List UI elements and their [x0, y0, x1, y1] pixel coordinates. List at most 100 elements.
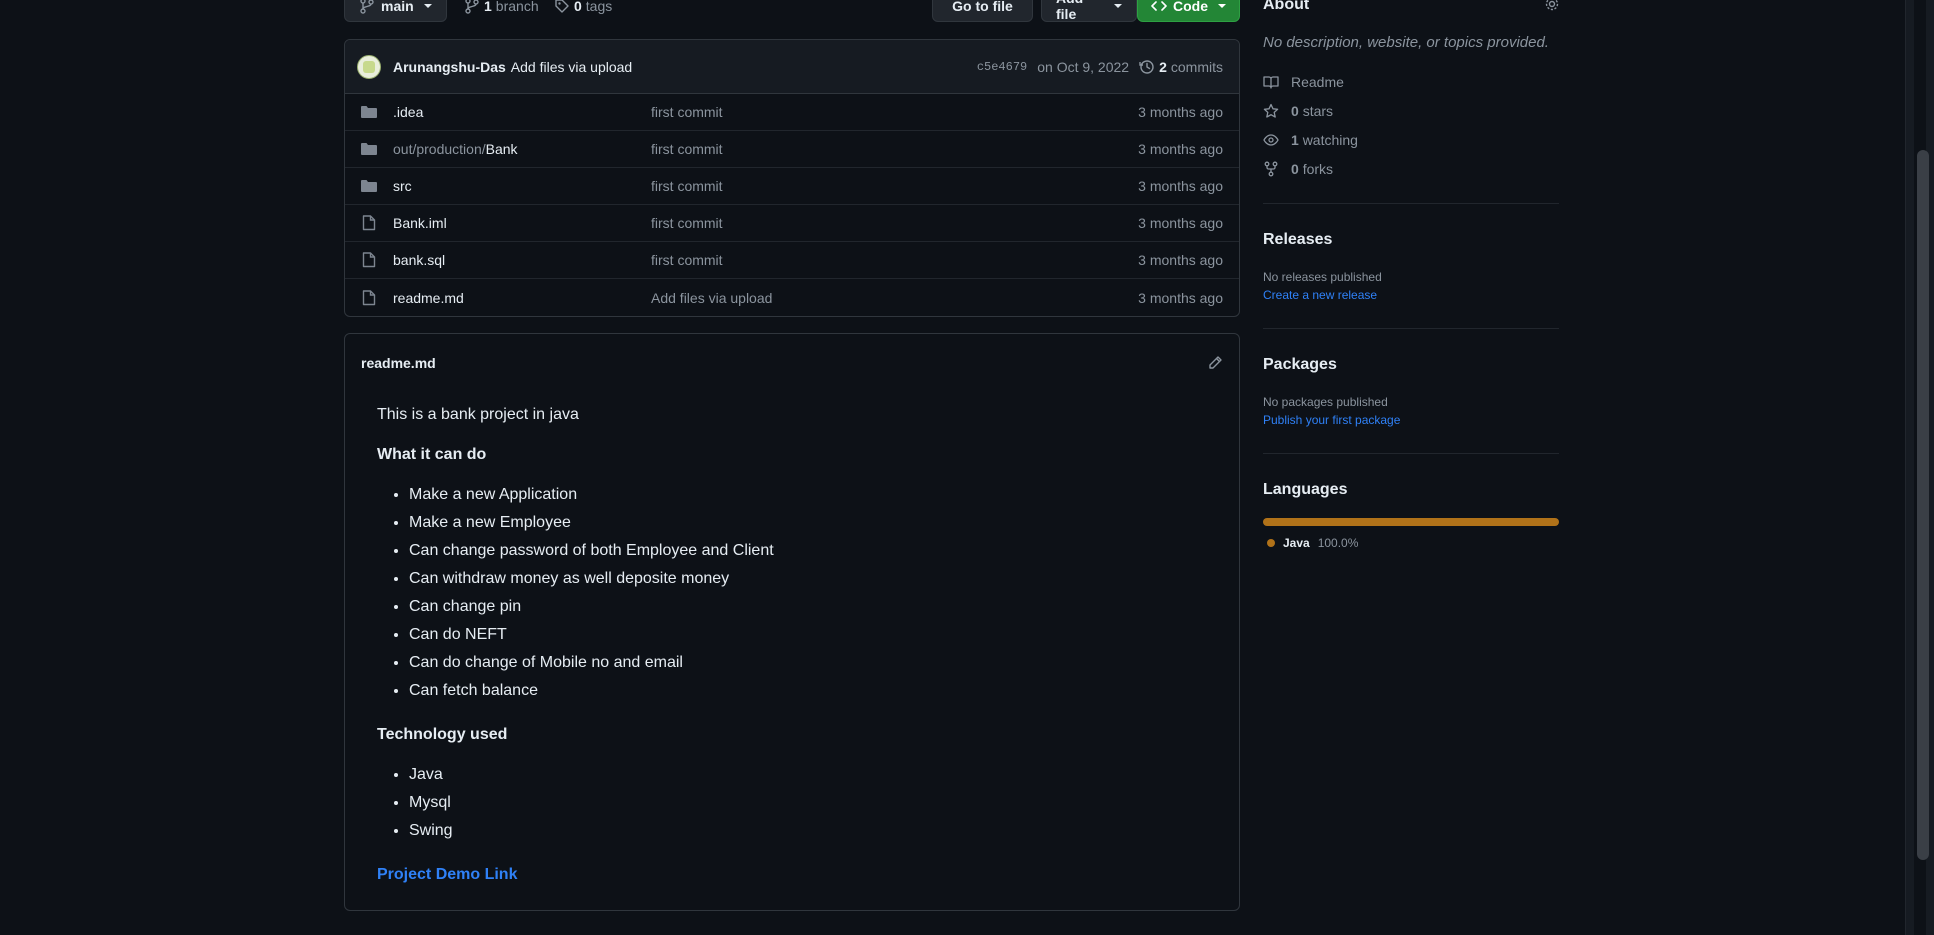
file-name[interactable]: out/production/Bank: [393, 141, 651, 157]
tag-text: tags: [585, 0, 613, 14]
star-icon: [1263, 103, 1279, 119]
table-row[interactable]: Bank.iml first commit 3 months ago: [345, 205, 1239, 242]
file-age: 3 months ago: [1138, 141, 1223, 157]
folder-icon: [361, 141, 377, 157]
chevron-down-icon: [1218, 4, 1226, 8]
fork-icon: [1263, 161, 1279, 177]
commit-message[interactable]: Add files via upload: [511, 59, 632, 75]
branch-count: 1: [484, 0, 492, 14]
about-title: About: [1263, 0, 1310, 13]
file-name[interactable]: Bank.iml: [393, 215, 651, 231]
table-row[interactable]: bank.sql first commit 3 months ago: [345, 242, 1239, 279]
readme-link[interactable]: Readme: [1263, 74, 1344, 90]
branches-link[interactable]: 1 branch: [464, 0, 539, 14]
file-table: Arunangshu-Das Add files via upload c5e4…: [344, 39, 1240, 317]
divider: [1263, 203, 1559, 204]
tag-icon: [554, 0, 570, 14]
commits-link[interactable]: 2 commits: [1139, 59, 1223, 75]
go-to-file-button[interactable]: Go to file: [932, 0, 1033, 22]
table-row[interactable]: readme.md Add files via upload 3 months …: [345, 279, 1239, 316]
commit-date: on Oct 9, 2022: [1037, 58, 1130, 75]
code-icon: [1151, 0, 1167, 14]
file-name[interactable]: src: [393, 178, 651, 194]
commit-count: 2: [1159, 58, 1167, 75]
watching-link[interactable]: 1 watching: [1263, 132, 1358, 148]
divider: [1263, 453, 1559, 454]
file-age: 3 months ago: [1138, 178, 1223, 194]
scrollbar-thumb[interactable]: [1917, 150, 1929, 860]
branch-icon: [359, 0, 375, 14]
file-age: 3 months ago: [1138, 104, 1223, 120]
project-demo-link[interactable]: Project Demo Link: [377, 866, 517, 883]
book-icon: [1263, 74, 1279, 90]
releases-title[interactable]: Releases: [1263, 231, 1332, 249]
file-path-prefix[interactable]: out/production/: [393, 141, 486, 157]
file-name-text[interactable]: Bank.iml: [393, 215, 447, 231]
pencil-icon[interactable]: [1207, 355, 1223, 371]
watching-count: 1: [1291, 132, 1299, 148]
list-item: Can do change of Mobile no and email: [409, 651, 1207, 679]
file-name-text[interactable]: src: [393, 178, 412, 194]
file-name[interactable]: bank.sql: [393, 252, 651, 268]
table-row[interactable]: out/production/Bank first commit 3 month…: [345, 131, 1239, 168]
list-item: Make a new Employee: [409, 511, 1207, 539]
list-item: Can fetch balance: [409, 679, 1207, 707]
file-commit-message[interactable]: first commit: [651, 252, 723, 268]
history-icon: [1139, 59, 1155, 75]
divider: [1263, 328, 1559, 329]
file-icon: [361, 252, 377, 268]
add-file-label: Add file: [1056, 0, 1083, 22]
branch-select-button[interactable]: main: [344, 0, 447, 22]
commit-meta: c5e4679 on Oct 9, 2022 2 commits: [977, 59, 1223, 75]
forks-link[interactable]: 0 forks: [1263, 161, 1333, 177]
language-percent: 100.0%: [1317, 536, 1359, 550]
create-release-link[interactable]: Create a new release: [1263, 288, 1377, 302]
packages-title[interactable]: Packages: [1263, 356, 1337, 374]
file-name-text[interactable]: Bank: [486, 141, 518, 157]
latest-commit-row: Arunangshu-Das Add files via upload c5e4…: [345, 40, 1239, 94]
code-button[interactable]: Code: [1137, 0, 1240, 22]
file-name-text[interactable]: readme.md: [393, 290, 464, 306]
packages-empty: No packages published: [1263, 395, 1388, 409]
languages-title: Languages: [1263, 481, 1348, 498]
commit-author[interactable]: Arunangshu-Das: [393, 59, 506, 75]
language-name: Java: [1283, 536, 1310, 550]
file-age: 3 months ago: [1138, 215, 1223, 231]
stars-link[interactable]: 0 stars: [1263, 103, 1333, 119]
table-row[interactable]: src first commit 3 months ago: [345, 168, 1239, 205]
commit-sha[interactable]: c5e4679: [977, 60, 1027, 74]
file-name[interactable]: readme.md: [393, 290, 651, 306]
watching-label: watching: [1302, 132, 1358, 148]
file-commit-message[interactable]: first commit: [651, 215, 723, 231]
file-commit-message[interactable]: first commit: [651, 141, 723, 157]
file-name-text[interactable]: bank.sql: [393, 252, 445, 268]
file-name[interactable]: .idea: [393, 104, 651, 120]
readme-label: Readme: [1291, 74, 1344, 90]
file-commit-message[interactable]: Add files via upload: [651, 290, 772, 306]
publish-package-link[interactable]: Publish your first package: [1263, 413, 1400, 427]
vertical-scrollbar[interactable]: [1906, 0, 1934, 935]
file-icon: [361, 289, 377, 306]
stars-label: stars: [1302, 103, 1334, 119]
file-commit-message[interactable]: first commit: [651, 104, 723, 120]
list-item: Can change pin: [409, 595, 1207, 623]
tech-list: Java Mysql Swing: [409, 763, 1207, 847]
file-age: 3 months ago: [1138, 252, 1223, 268]
tags-link[interactable]: 0 tags: [554, 0, 612, 14]
list-item: Java: [409, 763, 1207, 791]
branch-bar: main 1 branch 0 tags Go to file Add file: [344, 0, 1240, 24]
chevron-down-icon: [423, 4, 432, 8]
gear-icon[interactable]: [1544, 0, 1560, 12]
chevron-down-icon: [1114, 4, 1122, 8]
readme-heading-technology: Technology used: [377, 726, 508, 743]
feature-list: Make a new Application Make a new Employ…: [409, 483, 1207, 707]
avatar[interactable]: [357, 54, 381, 79]
tag-count: 0: [574, 0, 582, 14]
readme-title[interactable]: readme.md: [361, 355, 436, 371]
language-item[interactable]: Java 100.0%: [1267, 536, 1358, 550]
table-row[interactable]: .idea first commit 3 months ago: [345, 94, 1239, 131]
list-item: Mysql: [409, 791, 1207, 819]
file-commit-message[interactable]: first commit: [651, 178, 723, 194]
file-name-text[interactable]: .idea: [393, 104, 423, 120]
add-file-button[interactable]: Add file: [1041, 0, 1137, 22]
